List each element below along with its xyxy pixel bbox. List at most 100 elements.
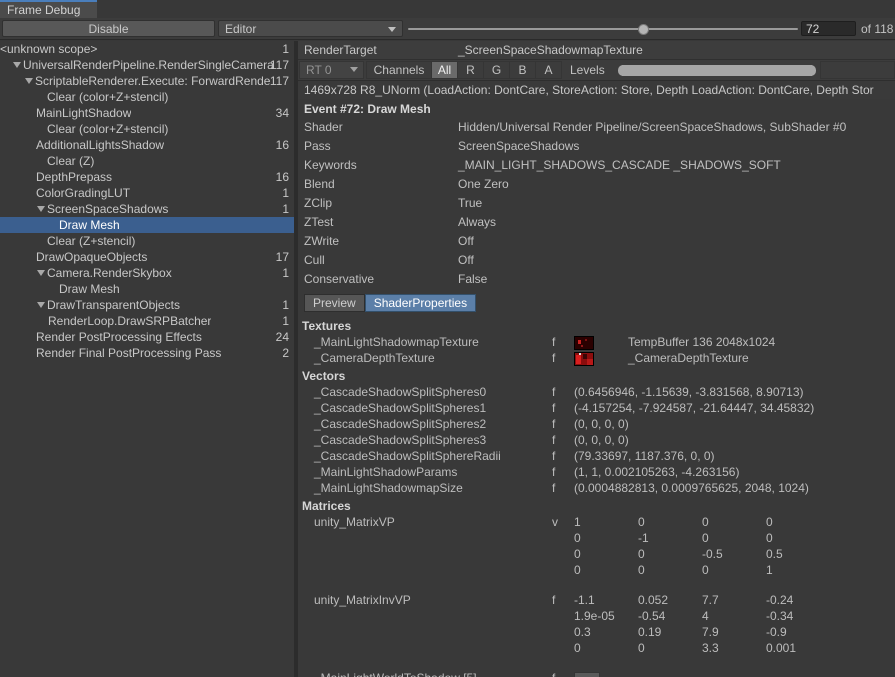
matrix-property-row: unity_MatrixVPv10000-10000-0.50.50001 xyxy=(298,515,895,593)
vector-value: (0, 0, 0, 0) xyxy=(574,433,629,447)
tree-row[interactable]: Draw Mesh xyxy=(0,281,294,297)
vectors-heading: Vectors xyxy=(298,367,895,385)
matrix-cell: 1 xyxy=(574,515,581,529)
frame-slider-handle[interactable] xyxy=(638,24,649,35)
chevron-down-icon[interactable] xyxy=(36,265,47,281)
matrix-cell: 0 xyxy=(702,515,709,529)
frame-slider[interactable] xyxy=(408,20,798,37)
vector-property-row: _CascadeShadowSplitSpheres3f(0, 0, 0, 0) xyxy=(298,433,895,449)
tree-row-count: 1 xyxy=(282,265,289,281)
event-property-value: False xyxy=(458,272,487,286)
tree-row[interactable]: ScriptableRenderer.Execute: ForwardRende… xyxy=(0,73,294,89)
vector-flag: f xyxy=(552,401,555,415)
levels-label: Levels xyxy=(570,61,605,79)
tree-row-label: Camera.RenderSkybox xyxy=(47,266,172,280)
tree-row[interactable]: ScreenSpaceShadows1 xyxy=(0,201,294,217)
tree-row[interactable]: UniversalRenderPipeline.RenderSingleCame… xyxy=(0,57,294,73)
levels-slider-fill xyxy=(622,65,812,76)
matrix-cell: 0 xyxy=(638,515,645,529)
tree-row[interactable]: MainLightShadow34 xyxy=(0,105,294,121)
tree-row[interactable]: Render PostProcessing Effects24 xyxy=(0,329,294,345)
tree-row[interactable]: Clear (color+Z+stencil) xyxy=(0,89,294,105)
matrix-cell: 0 xyxy=(638,547,645,561)
vector-property-row: _CascadeShadowSplitSphereRadiif(79.33697… xyxy=(298,449,895,465)
target-dropdown[interactable]: Editor xyxy=(218,20,403,37)
levels-max-handle[interactable] xyxy=(808,65,816,76)
vector-value: (0, 0, 0, 0) xyxy=(574,417,629,431)
levels-slider[interactable] xyxy=(618,65,816,76)
tree-row[interactable]: Clear (Z+stencil) xyxy=(0,233,294,249)
tab-preview[interactable]: Preview xyxy=(304,294,365,312)
tree-row[interactable]: Clear (Z) xyxy=(0,153,294,169)
matrix-cell: 4 xyxy=(702,609,709,623)
matrix-name: _MainLightWorldToShadow [5] xyxy=(314,671,477,677)
vector-property-row: _CascadeShadowSplitSpheres1f(-4.157254, … xyxy=(298,401,895,417)
event-property-row: ZTestAlways xyxy=(298,213,895,232)
tree-row[interactable]: Camera.RenderSkybox 1 xyxy=(0,265,294,281)
texture-thumbnail[interactable] xyxy=(574,352,594,366)
tree-row[interactable]: AdditionalLightsShadow16 xyxy=(0,137,294,153)
event-tree[interactable]: <unknown scope>1UniversalRenderPipeline.… xyxy=(0,41,294,677)
tree-row[interactable]: Clear (color+Z+stencil) xyxy=(0,121,294,137)
tree-row[interactable]: Render Final PostProcessing Pass2 xyxy=(0,345,294,361)
rendertarget-info: 1469x728 R8_UNorm (LoadAction: DontCare,… xyxy=(298,81,895,99)
chevron-down-icon[interactable] xyxy=(36,201,47,217)
tab-shader-properties[interactable]: ShaderProperties xyxy=(365,294,476,312)
channel-button-b[interactable]: B xyxy=(509,61,536,79)
rendertarget-name: _ScreenSpaceShadowmapTexture xyxy=(458,43,643,57)
matrix-name: unity_MatrixInvVP xyxy=(314,593,411,607)
event-property-row: Keywords_MAIN_LIGHT_SHADOWS_CASCADE _SHA… xyxy=(298,156,895,175)
thumbnail-pixels xyxy=(585,339,587,341)
disable-button[interactable]: Disable xyxy=(2,20,215,37)
event-property-value: True xyxy=(458,196,482,210)
vector-value: (1, 1, 0.002105263, -4.263156) xyxy=(574,465,739,479)
tabbar-empty-area xyxy=(97,0,895,18)
tree-row[interactable]: <unknown scope>1 xyxy=(0,41,294,57)
matrix-cell: -1 xyxy=(638,531,649,545)
event-property-key: Conservative xyxy=(304,272,374,286)
tree-row-label: Clear (color+Z+stencil) xyxy=(47,90,168,104)
chevron-down-icon xyxy=(388,27,396,32)
tab-frame-debug[interactable]: Frame Debug xyxy=(0,0,97,18)
vector-name: _CascadeShadowSplitSpheres2 xyxy=(314,417,486,431)
tree-row[interactable]: DrawOpaqueObjects17 xyxy=(0,249,294,265)
channel-button-r[interactable]: R xyxy=(457,61,484,79)
tree-row-label: Render PostProcessing Effects xyxy=(36,330,202,344)
vector-property-row: _CascadeShadowSplitSpheres2f(0, 0, 0, 0) xyxy=(298,417,895,433)
rendertarget-label: RenderTarget xyxy=(304,43,377,57)
rt-index-dropdown[interactable]: RT 0 xyxy=(299,61,364,79)
tree-spacer xyxy=(36,233,47,249)
matrix-cell: 1.9e-05 xyxy=(574,609,615,623)
frame-number-input[interactable]: 72 xyxy=(801,21,856,36)
channel-button-a[interactable]: A xyxy=(535,61,562,79)
texture-name: _CameraDepthTexture xyxy=(314,351,435,365)
event-property-row: PassScreenSpaceShadows xyxy=(298,137,895,156)
matrix-cell: 0 xyxy=(638,563,645,577)
tree-row-label: UniversalRenderPipeline.RenderSingleCame… xyxy=(23,58,274,72)
matrix-expand-button[interactable]: ... xyxy=(574,672,600,677)
matrix-cell: 0.001 xyxy=(766,641,796,655)
texture-value: TempBuffer 136 2048x1024 xyxy=(628,335,775,349)
tree-row[interactable]: Draw Mesh xyxy=(0,217,294,233)
texture-thumbnail[interactable] xyxy=(574,336,594,350)
event-property-value: Hidden/Universal Render Pipeline/ScreenS… xyxy=(458,120,846,134)
vector-flag: f xyxy=(552,481,555,495)
tree-row[interactable]: DrawTransparentObjects1 xyxy=(0,297,294,313)
tree-row[interactable]: RenderLoop.DrawSRPBatcher1 xyxy=(0,313,294,329)
chevron-down-icon[interactable] xyxy=(24,73,35,89)
channel-button-all[interactable]: All xyxy=(431,61,458,79)
tree-row[interactable]: DepthPrepass16 xyxy=(0,169,294,185)
tree-row-label: RenderLoop.DrawSRPBatcher xyxy=(48,314,211,328)
levels-min-handle[interactable] xyxy=(618,65,626,76)
detail-tabs: PreviewShaderProperties xyxy=(298,294,895,317)
matrix-flag: f xyxy=(552,593,555,607)
tree-row[interactable]: ColorGradingLUT1 xyxy=(0,185,294,201)
chevron-down-icon[interactable] xyxy=(12,57,23,73)
thumbnail-pixels xyxy=(578,340,581,344)
chevron-down-icon[interactable] xyxy=(36,297,47,313)
event-property-row: ZClipTrue xyxy=(298,194,895,213)
vector-flag: f xyxy=(552,385,555,399)
matrix-cell: -0.24 xyxy=(766,593,793,607)
channel-button-g[interactable]: G xyxy=(483,61,510,79)
tree-row-label: AdditionalLightsShadow xyxy=(36,138,164,152)
